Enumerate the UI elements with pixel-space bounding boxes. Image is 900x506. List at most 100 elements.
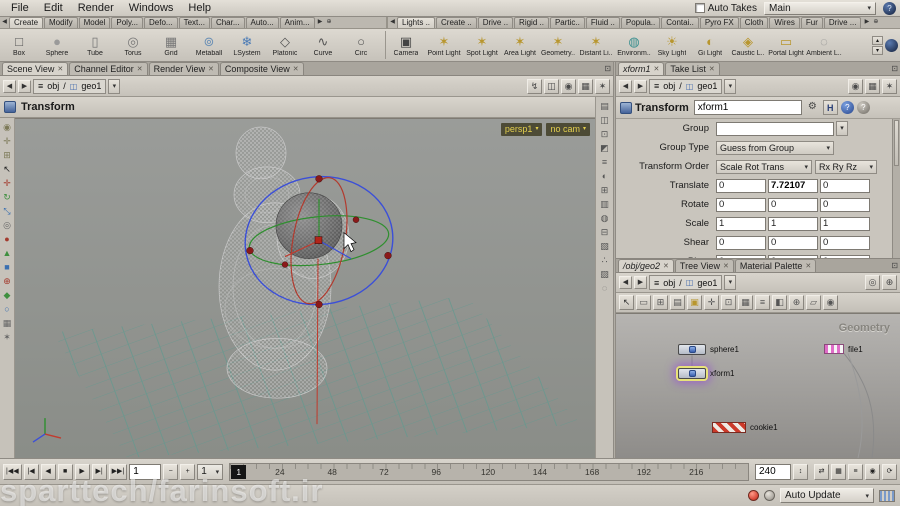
net-expose-icon[interactable]: ⊕	[789, 295, 804, 310]
maximize-view-icon[interactable]: ⊡	[599, 128, 611, 140]
net-layout-icon[interactable]: ◧	[772, 295, 787, 310]
tab-obj-geo2[interactable]: /obj/geo2 ✕	[618, 259, 674, 272]
favorites-icon[interactable]: ✶	[882, 78, 897, 94]
tool-box[interactable]: □ Box	[0, 29, 38, 61]
edges-mode-icon[interactable]: ■	[1, 261, 13, 273]
tool-point-light[interactable]: ✶ Point Light	[425, 29, 463, 61]
tool-portal-light[interactable]: ▭ Portal Light	[767, 29, 805, 61]
zoom-tool-icon[interactable]: ⊞	[1, 149, 13, 161]
material-display-icon[interactable]: ◍	[599, 212, 611, 224]
tool-spot-light[interactable]: ✶ Spot Light	[463, 29, 501, 61]
playbar-menu-icon[interactable]: ≡	[848, 463, 863, 480]
shelf-tab-fur[interactable]: Fur	[800, 17, 823, 28]
group-type-select[interactable]: Guess from Group ▾	[716, 140, 834, 155]
hscript-icon[interactable]: H	[822, 100, 838, 115]
viewport-render[interactable]	[15, 119, 595, 458]
tool-torus[interactable]: ◎ Torus	[114, 29, 152, 61]
display-options-icon[interactable]: ✶	[595, 78, 610, 94]
shelf-tab-model[interactable]: Model	[78, 17, 111, 28]
scrollbar-thumb[interactable]	[894, 120, 899, 166]
net-align-icon[interactable]: ✛	[704, 295, 719, 310]
add-node-icon[interactable]: ⊕	[882, 275, 897, 290]
forward-icon[interactable]: ▶	[634, 276, 647, 289]
shelf-tab-create2[interactable]: Create ..	[436, 17, 477, 28]
grid-toggle-icon[interactable]: ▦	[578, 78, 593, 94]
range-spinner-button[interactable]: ↕	[793, 463, 808, 480]
net-list-icon[interactable]: ▤	[670, 295, 685, 310]
shelf-tab-particles[interactable]: Partic..	[549, 17, 585, 28]
net-grid-icon[interactable]: ▦	[738, 295, 753, 310]
shelf-add-icon[interactable]: ⊕	[325, 17, 334, 28]
shelf-tab-texture[interactable]: Text...	[178, 17, 210, 28]
handles-tool-icon[interactable]: ◎	[1, 219, 13, 231]
network-editor[interactable]: Geometry sphere1 xform1 file1 cookie1	[616, 313, 900, 458]
camera-view-icon[interactable]: ◉	[561, 78, 576, 94]
point-display-icon[interactable]: ∴	[599, 254, 611, 266]
auto-takes-checkbox[interactable]: Auto Takes	[694, 3, 757, 14]
go-start-button[interactable]: |◀◀	[3, 463, 22, 480]
play-button[interactable]: ▶	[74, 463, 90, 480]
tab-render-view[interactable]: Render View ✕	[148, 62, 219, 75]
pane-split-icon[interactable]: ⊡	[891, 62, 898, 75]
net-color-icon[interactable]: ▣	[687, 295, 702, 310]
tab-scene-view[interactable]: Scene View ✕	[2, 62, 69, 75]
net-shape-icon[interactable]: ▱	[806, 295, 821, 310]
misc-tool-icon[interactable]: ✶	[1, 331, 13, 343]
vertex-mode-icon[interactable]: ⊕	[1, 275, 13, 287]
take-selector[interactable]: Main ▾	[764, 1, 876, 15]
param-scrollbar[interactable]	[892, 119, 900, 258]
shelf-scroll-left-icon[interactable]: ◀	[388, 17, 397, 28]
back-icon[interactable]: ◀	[3, 79, 16, 93]
close-icon[interactable]: ✕	[805, 262, 811, 270]
pin-icon[interactable]: ◎	[865, 275, 880, 290]
path-dropdown-icon[interactable]: ▾	[724, 275, 737, 290]
tool-area-light[interactable]: ✶ Area Light	[501, 29, 539, 61]
shelf-tab-modify[interactable]: Modify	[44, 17, 78, 28]
tool-gi-light[interactable]: ◐ Gi Light	[691, 29, 729, 61]
current-frame-marker[interactable]: 1	[231, 464, 247, 479]
frame-increment-button[interactable]: +	[180, 463, 196, 480]
path-dropdown-icon[interactable]: ▾	[108, 78, 121, 94]
net-menu-icon[interactable]: ≡	[755, 295, 770, 310]
update-mode-select[interactable]: Auto Update ▾	[780, 488, 874, 503]
template-display-icon[interactable]: ▧	[599, 240, 611, 252]
no-cam-badge[interactable]: no cam ▾	[546, 123, 590, 136]
node-name-field[interactable]	[693, 100, 802, 115]
shelf-tab-auto[interactable]: Auto...	[245, 17, 279, 28]
timeline[interactable]: 1 24 48 72 96 120 144 168 192 216	[229, 462, 749, 481]
path-node[interactable]: geo1	[81, 81, 101, 91]
pan-tool-icon[interactable]: ✛	[1, 135, 13, 147]
lighting-toggle-icon[interactable]: ◐	[599, 170, 611, 182]
scale-z-field[interactable]	[820, 216, 870, 231]
tool-lsystem[interactable]: ❄ LSystem	[228, 29, 266, 61]
forward-icon[interactable]: ▶	[18, 79, 31, 93]
back-icon[interactable]: ◀	[619, 79, 632, 93]
shelf-tab-cloth[interactable]: Cloth	[739, 17, 769, 28]
play-reverse-button[interactable]: ◀	[40, 463, 56, 480]
view-tool-icon[interactable]: ◉	[1, 121, 13, 133]
layout-quad-icon[interactable]: ◫	[599, 114, 611, 126]
shelf-tab-rigid[interactable]: Rigid ..	[514, 17, 549, 28]
close-icon[interactable]: ✕	[654, 65, 660, 73]
menu-edit[interactable]: Edit	[37, 2, 70, 14]
object-mode-icon[interactable]: ○	[1, 303, 13, 315]
path-breadcrumb[interactable]: ≡ obj / ◫ geo1	[649, 275, 723, 290]
close-icon[interactable]: ✕	[723, 262, 729, 270]
rotate-tool-icon[interactable]: ↻	[1, 191, 13, 203]
stop-button[interactable]: ■	[57, 463, 73, 480]
tool-sky-light[interactable]: ☀ Sky Light	[653, 29, 691, 61]
close-icon[interactable]: ✕	[663, 262, 669, 270]
path-node[interactable]: geo1	[697, 278, 717, 288]
rotate-y-field[interactable]	[768, 197, 818, 212]
xform-node-icon[interactable]	[678, 368, 706, 379]
pane-split-icon[interactable]: ⊡	[604, 62, 611, 75]
tool-metaball[interactable]: ⊚ Metaball	[190, 29, 228, 61]
menu-help[interactable]: Help	[181, 2, 218, 14]
shelf-tab-populate[interactable]: Popula..	[620, 17, 661, 28]
tab-channel-editor[interactable]: Channel Editor ✕	[69, 62, 148, 75]
tab-xform1[interactable]: xform1 ✕	[618, 62, 665, 75]
go-end-button[interactable]: ▶▶|	[108, 463, 128, 480]
shelf-tab-wires[interactable]: Wires	[769, 17, 800, 28]
tool-geometry-light[interactable]: ✶ Geometry..	[539, 29, 577, 61]
tool-curve[interactable]: ∿ Curve	[304, 29, 342, 61]
